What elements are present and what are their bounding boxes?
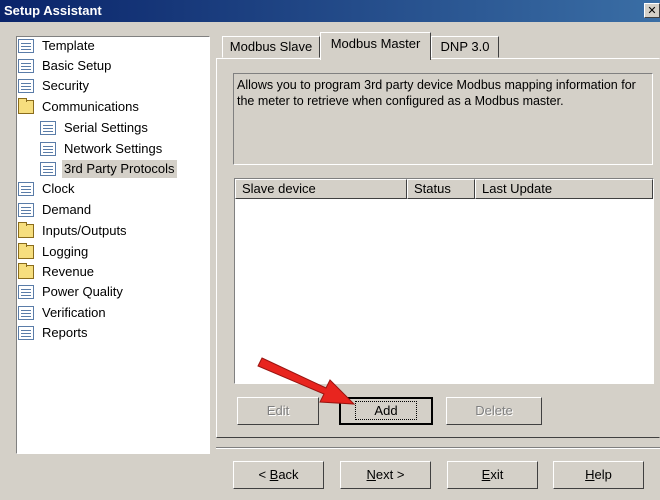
- close-icon: ✕: [647, 4, 657, 17]
- help-button[interactable]: Help: [553, 461, 644, 489]
- page-icon: [40, 162, 56, 176]
- page-icon: [18, 285, 34, 299]
- column-header-last-update[interactable]: Last Update: [475, 179, 653, 199]
- folder-icon: [18, 222, 34, 238]
- column-header-slave-device[interactable]: Slave device: [235, 179, 407, 199]
- page-icon: [18, 39, 34, 53]
- description-box: Allows you to program 3rd party device M…: [233, 73, 653, 165]
- window-title: Setup Assistant: [4, 3, 102, 18]
- next-label-rest: ext >: [375, 467, 405, 482]
- back-label-rest: ack: [278, 467, 299, 482]
- navigation-tree[interactable]: Template Basic Setup Security Communicat…: [16, 36, 210, 454]
- tree-item-label: Power Quality: [42, 284, 123, 299]
- page-icon: [40, 142, 56, 156]
- exit-label-rest: xit: [490, 467, 504, 482]
- tab-modbus-slave[interactable]: Modbus Slave: [222, 36, 320, 58]
- page-icon: [18, 203, 34, 217]
- folder-icon: [18, 243, 34, 259]
- help-label-rest: elp: [594, 467, 612, 482]
- tab-modbus-master[interactable]: Modbus Master: [320, 32, 431, 60]
- tree-item-label: Inputs/Outputs: [42, 223, 127, 238]
- page-icon: [18, 326, 34, 340]
- tree-item-label: Verification: [42, 305, 106, 320]
- next-button[interactable]: Next >: [340, 461, 431, 489]
- tree-item-label: Network Settings: [64, 141, 163, 156]
- back-button[interactable]: < Back: [233, 461, 324, 489]
- tree-item-label: Communications: [42, 99, 139, 114]
- next-label-key: N: [366, 467, 376, 482]
- page-icon: [18, 79, 34, 93]
- help-label-key: H: [585, 467, 595, 482]
- folder-icon: [18, 98, 34, 114]
- page-icon: [40, 121, 56, 135]
- tree-item-label: Template: [42, 38, 95, 53]
- tree-item-label: Revenue: [42, 264, 95, 279]
- folder-icon: [18, 263, 34, 279]
- back-label-prefix: <: [258, 467, 270, 482]
- tree-item-label: 3rd Party Protocols: [62, 160, 177, 178]
- footer-divider: [216, 447, 660, 449]
- page-icon: [18, 59, 34, 73]
- tree-item-label: Security: [42, 78, 89, 93]
- page-icon: [18, 182, 34, 196]
- tree-item-label: Logging: [42, 244, 89, 259]
- tree-item-label: Demand: [42, 202, 92, 217]
- tab-dnp-3[interactable]: DNP 3.0: [431, 36, 499, 58]
- tree-item-label: Serial Settings: [64, 120, 148, 135]
- tree-item-label: Reports: [42, 325, 88, 340]
- column-header-status[interactable]: Status: [407, 179, 475, 199]
- page-icon: [18, 306, 34, 320]
- close-button[interactable]: ✕: [644, 3, 660, 18]
- tree-item-label: Clock: [42, 181, 75, 196]
- annotation-arrow-icon: [257, 357, 356, 405]
- delete-button[interactable]: Delete: [446, 397, 542, 425]
- exit-button[interactable]: Exit: [447, 461, 538, 489]
- tree-item-label: Basic Setup: [42, 58, 112, 73]
